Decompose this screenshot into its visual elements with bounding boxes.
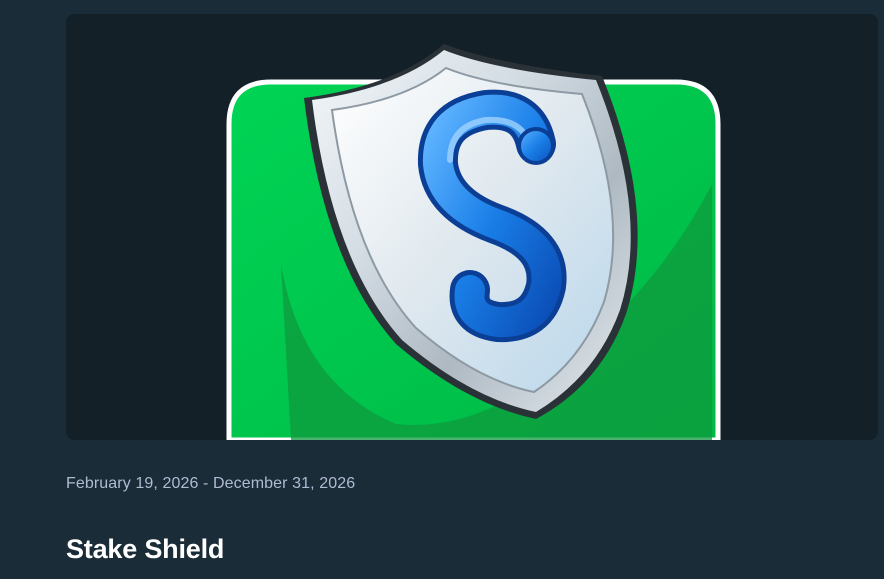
promotion-page: February 19, 2026 - December 31, 2026 St… [0,0,884,579]
promotion-banner-card[interactable] [66,14,878,440]
promotion-date-range: February 19, 2026 - December 31, 2026 [66,475,356,492]
shield-s-logo-icon [226,44,721,440]
promotion-title[interactable]: Stake Shield [66,533,224,565]
